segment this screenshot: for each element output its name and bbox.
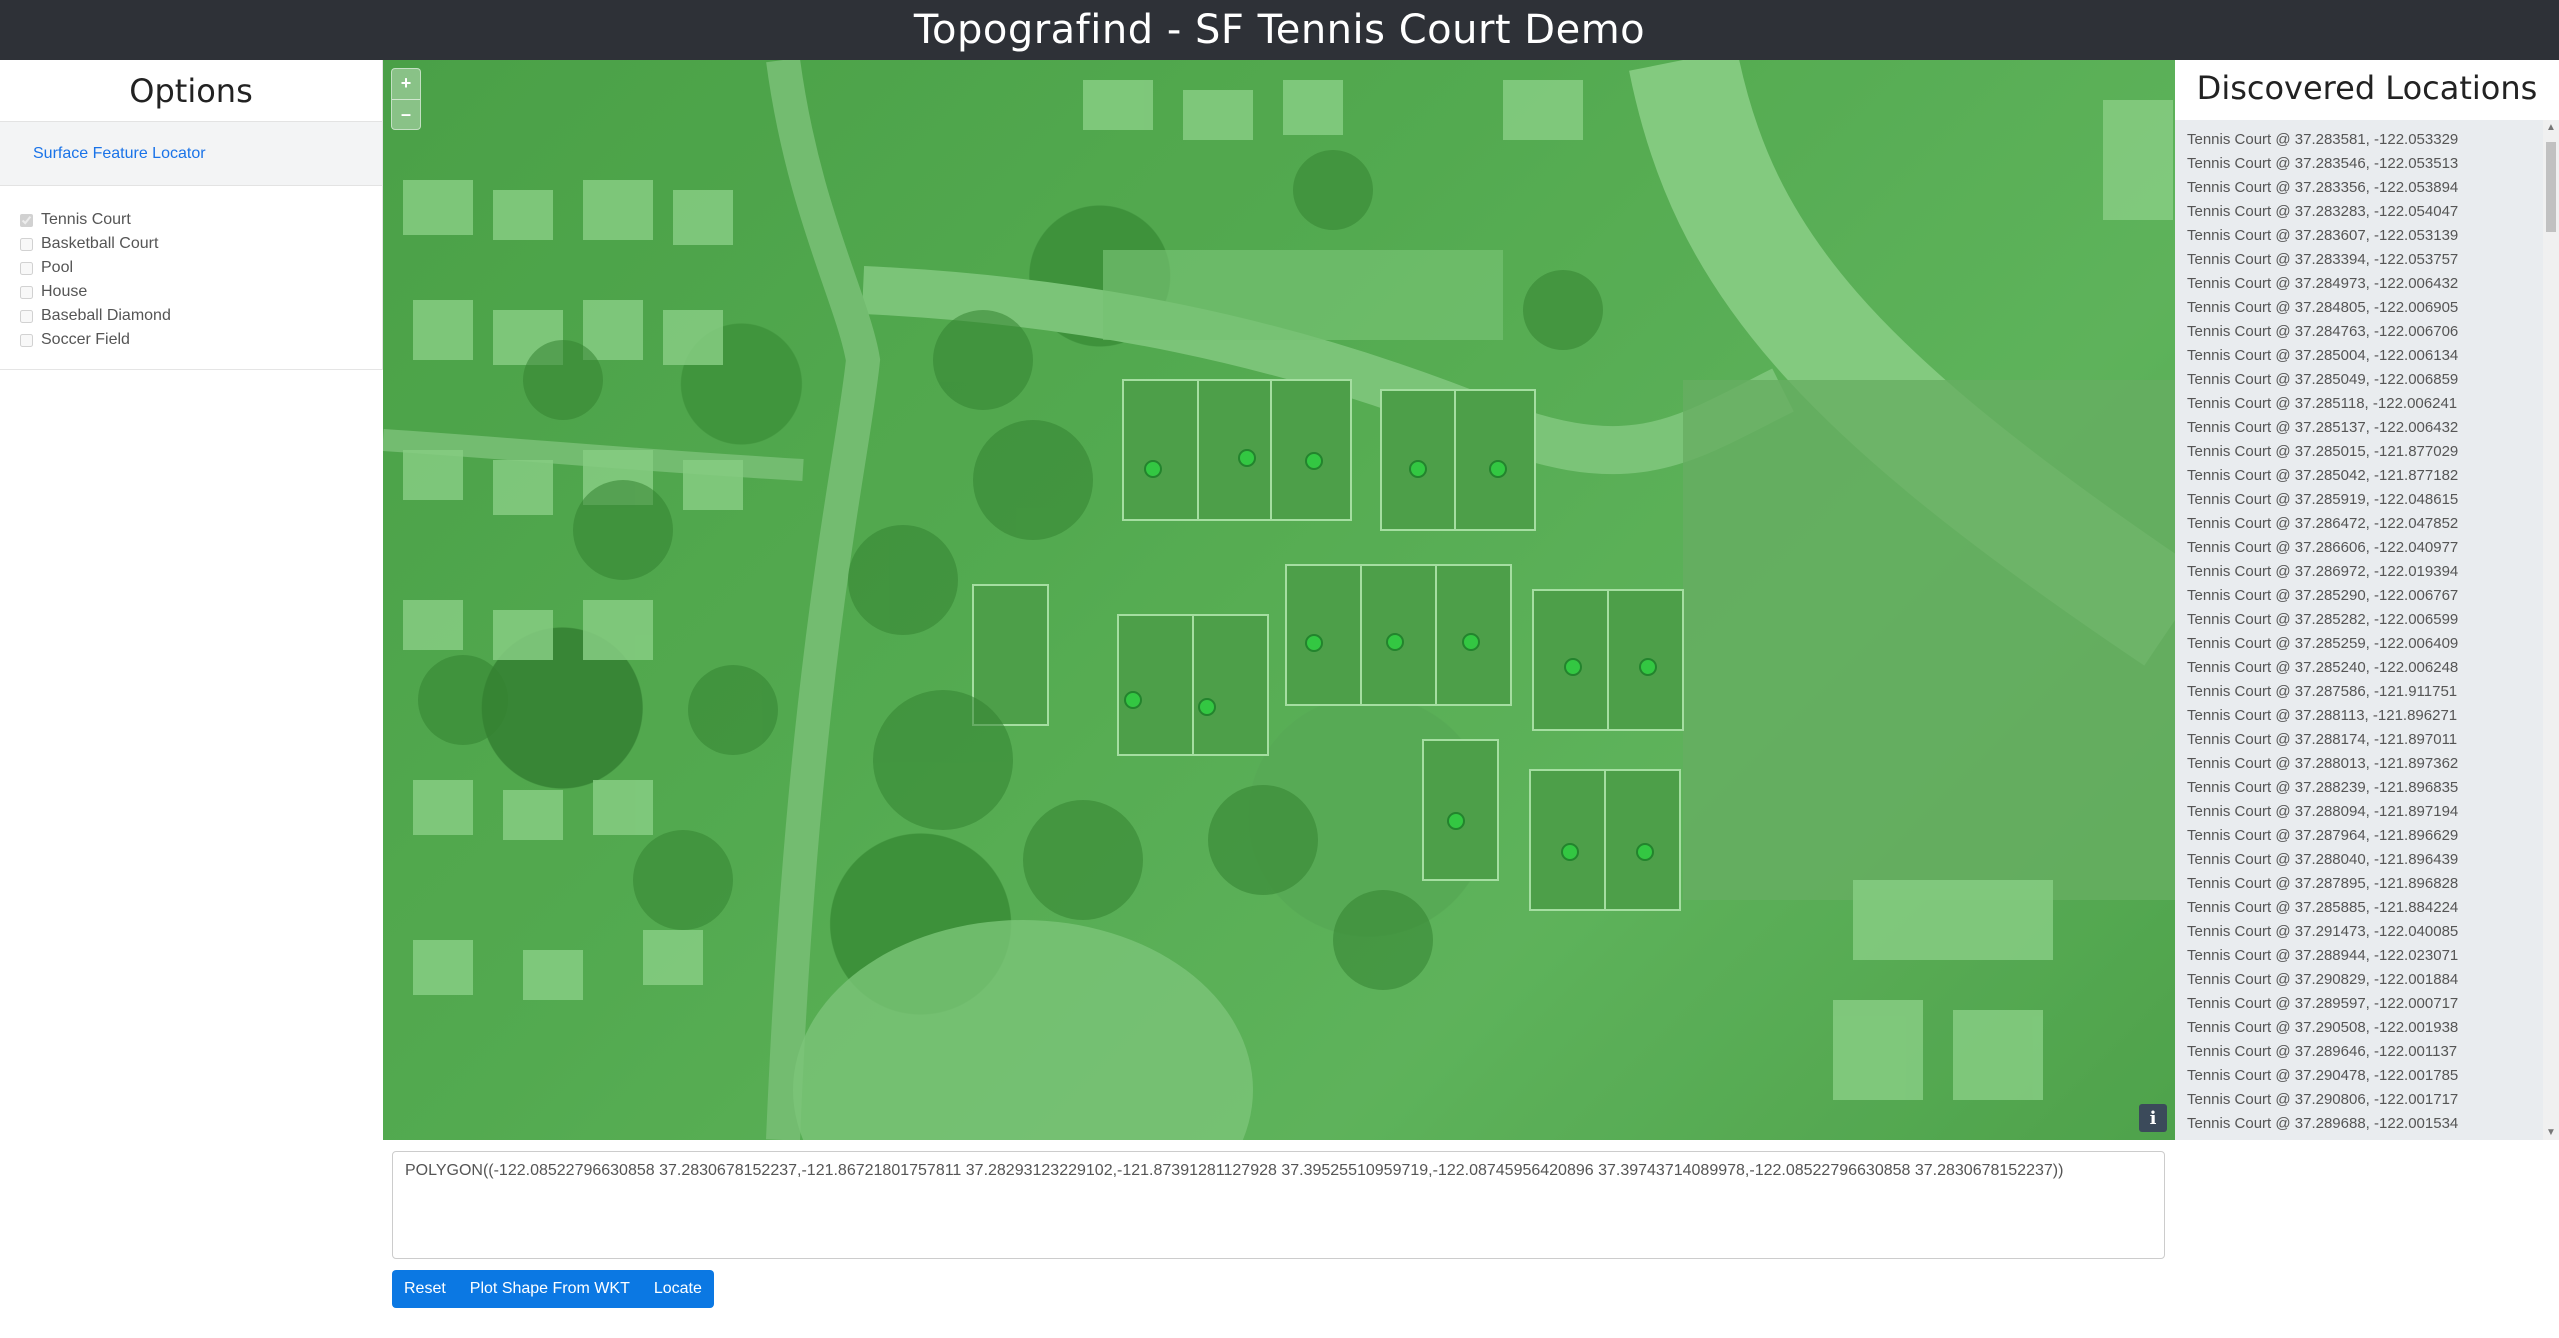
location-list-item[interactable]: Tennis Court @ 37.288944, -122.023071	[2187, 944, 2559, 968]
locate-button[interactable]: Locate	[641, 1270, 714, 1308]
location-list-item[interactable]: Tennis Court @ 37.288174, -121.897011	[2187, 728, 2559, 752]
locator-link-row: Surface Feature Locator	[0, 122, 382, 186]
action-button-group: Reset Plot Shape From WKT Locate	[392, 1270, 714, 1308]
location-list-item[interactable]: Tennis Court @ 37.290806, -122.001717	[2187, 1088, 2559, 1112]
zoom-in-button[interactable]: +	[392, 69, 420, 99]
reset-button[interactable]: Reset	[392, 1270, 458, 1308]
discovered-title: Discovered Locations	[2196, 69, 2538, 107]
plot-shape-button[interactable]: Plot Shape From WKT	[457, 1270, 642, 1308]
feature-label: Basketball Court	[41, 235, 159, 252]
location-list-item[interactable]: Tennis Court @ 37.288113, -121.896271	[2187, 704, 2559, 728]
location-list-item[interactable]: Tennis Court @ 37.288094, -121.897194	[2187, 800, 2559, 824]
feature-item-tennis-court[interactable]: Tennis Court	[20, 208, 382, 232]
feature-checkbox-list: Tennis Court Basketball Court Pool House…	[0, 186, 382, 352]
basketball-court-checkbox[interactable]	[20, 237, 33, 251]
location-list-item[interactable]: Tennis Court @ 37.285259, -122.006409	[2187, 632, 2559, 656]
location-list-item[interactable]: Tennis Court @ 37.285240, -122.006248	[2187, 656, 2559, 680]
location-list-item[interactable]: Tennis Court @ 37.284805, -122.006905	[2187, 296, 2559, 320]
location-list[interactable]: Tennis Court @ 37.283581, -122.053329 Ten…	[2175, 120, 2559, 1140]
feature-label: Baseball Diamond	[41, 307, 171, 324]
pool-checkbox[interactable]	[20, 261, 33, 275]
location-list-item[interactable]: Tennis Court @ 37.287895, -121.896828	[2187, 872, 2559, 896]
options-title: Options	[0, 60, 382, 122]
location-list-item[interactable]: Tennis Court @ 37.285015, -121.877029	[2187, 440, 2559, 464]
location-list-item[interactable]: Tennis Court @ 37.283394, -122.053757	[2187, 248, 2559, 272]
location-list-item[interactable]: Tennis Court @ 37.286606, -122.040977	[2187, 536, 2559, 560]
feature-label: Tennis Court	[41, 211, 131, 228]
feature-item-basketball-court[interactable]: Basketball Court	[20, 232, 382, 256]
location-list-item[interactable]: Tennis Court @ 37.287586, -121.911751	[2187, 680, 2559, 704]
location-list-item[interactable]: Tennis Court @ 37.285118, -122.006241	[2187, 392, 2559, 416]
location-list-item[interactable]: Tennis Court @ 37.288040, -121.896439	[2187, 848, 2559, 872]
location-list-item[interactable]: Tennis Court @ 37.285042, -121.877182	[2187, 464, 2559, 488]
location-list-item[interactable]: Tennis Court @ 37.283581, -122.053329	[2187, 128, 2559, 152]
zoom-out-button[interactable]: –	[392, 98, 420, 130]
location-list-item[interactable]: Tennis Court @ 37.285282, -122.006599	[2187, 608, 2559, 632]
options-panel: Options Surface Feature Locator Tennis C…	[0, 60, 383, 370]
search-area-overlay	[383, 60, 2175, 1140]
scroll-thumb[interactable]	[2546, 142, 2556, 232]
location-list-item[interactable]: Tennis Court @ 37.283283, -122.054047	[2187, 200, 2559, 224]
surface-feature-locator-link[interactable]: Surface Feature Locator	[33, 145, 206, 163]
feature-label: Pool	[41, 259, 74, 276]
location-list-item[interactable]: Tennis Court @ 37.285049, -122.006859	[2187, 368, 2559, 392]
location-list-scrollbar[interactable]: ▲ ▼	[2543, 120, 2559, 1140]
location-list-item[interactable]: Tennis Court @ 37.290508, -122.001938	[2187, 1016, 2559, 1040]
location-list-item[interactable]: Tennis Court @ 37.289646, -122.001137	[2187, 1040, 2559, 1064]
location-list-item[interactable]: Tennis Court @ 37.286472, -122.047852	[2187, 512, 2559, 536]
wkt-textarea[interactable]: POLYGON((-122.08522796630858 37.28306781…	[392, 1151, 2165, 1259]
info-icon[interactable]: i	[2139, 1104, 2167, 1132]
location-list-item[interactable]: Tennis Court @ 37.288239, -121.896835	[2187, 776, 2559, 800]
feature-item-soccer-field[interactable]: Soccer Field	[20, 328, 382, 352]
map-imagery	[383, 60, 2175, 1140]
discovered-locations-panel: Discovered Locations Tennis Court @ 37.2…	[2175, 60, 2559, 1140]
baseball-diamond-checkbox[interactable]	[20, 309, 33, 323]
location-list-item[interactable]: Tennis Court @ 37.285137, -122.006432	[2187, 416, 2559, 440]
location-list-item[interactable]: Tennis Court @ 37.283356, -122.053894	[2187, 176, 2559, 200]
location-list-item[interactable]: Tennis Court @ 37.289688, -122.001534	[2187, 1112, 2559, 1136]
tennis-court-checkbox[interactable]	[20, 213, 33, 227]
feature-item-pool[interactable]: Pool	[20, 256, 382, 280]
house-checkbox[interactable]	[20, 285, 33, 299]
location-list-item[interactable]: Tennis Court @ 37.285919, -122.048615	[2187, 488, 2559, 512]
location-list-item[interactable]: Tennis Court @ 37.283607, -122.053139	[2187, 224, 2559, 248]
location-list-item[interactable]: Tennis Court @ 37.290829, -122.001884	[2187, 968, 2559, 992]
location-list-item[interactable]: Tennis Court @ 37.286972, -122.019394	[2187, 560, 2559, 584]
location-list-item[interactable]: Tennis Court @ 37.284763, -122.006706	[2187, 320, 2559, 344]
location-list-item[interactable]: Tennis Court @ 37.283546, -122.053513	[2187, 152, 2559, 176]
location-list-item[interactable]: Tennis Court @ 37.290478, -122.001785	[2187, 1064, 2559, 1088]
scroll-up-icon[interactable]: ▲	[2546, 122, 2556, 133]
zoom-control: + –	[391, 68, 421, 130]
feature-item-house[interactable]: House	[20, 280, 382, 304]
location-list-item[interactable]: Tennis Court @ 37.289597, -122.000717	[2187, 992, 2559, 1016]
location-list-item[interactable]: Tennis Court @ 37.285885, -121.884224	[2187, 896, 2559, 920]
app-title: Topografind - SF Tennis Court Demo	[913, 7, 1646, 53]
feature-label: House	[41, 283, 88, 300]
location-list-item[interactable]: Tennis Court @ 37.284973, -122.006432	[2187, 272, 2559, 296]
location-list-item[interactable]: Tennis Court @ 37.291473, -122.040085	[2187, 920, 2559, 944]
app-header: Topografind - SF Tennis Court Demo	[0, 0, 2559, 60]
soccer-field-checkbox[interactable]	[20, 333, 33, 347]
location-list-item[interactable]: Tennis Court @ 37.287964, -121.896629	[2187, 824, 2559, 848]
scroll-down-icon[interactable]: ▼	[2546, 1127, 2556, 1138]
location-list-item[interactable]: Tennis Court @ 37.285290, -122.006767	[2187, 584, 2559, 608]
location-list-item[interactable]: Tennis Court @ 37.288013, -121.897362	[2187, 752, 2559, 776]
satellite-map[interactable]: + – i	[383, 60, 2175, 1140]
location-list-item[interactable]: Tennis Court @ 37.285004, -122.006134	[2187, 344, 2559, 368]
feature-label: Soccer Field	[41, 331, 130, 348]
feature-item-baseball-diamond[interactable]: Baseball Diamond	[20, 304, 382, 328]
